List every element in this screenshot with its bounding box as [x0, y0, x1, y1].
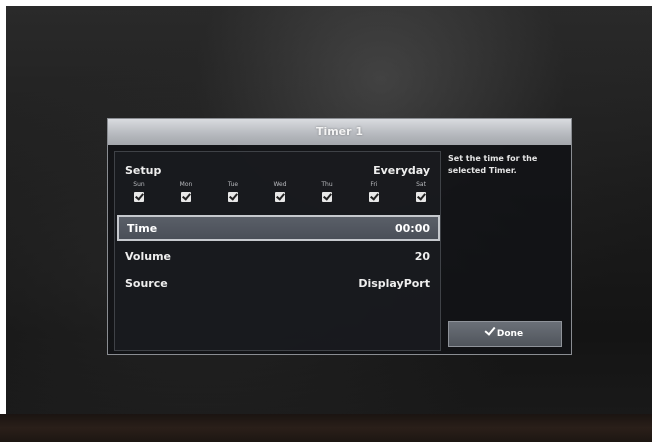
day-tue[interactable]: Tue — [221, 181, 245, 202]
day-name: Sat — [416, 181, 426, 188]
checkbox-checked-icon[interactable] — [275, 192, 285, 202]
time-row[interactable]: Time 00:00 — [117, 215, 440, 241]
checkbox-checked-icon[interactable] — [181, 192, 191, 202]
source-row[interactable]: Source DisplayPort — [115, 271, 440, 297]
settings-pane: Setup Everyday Sun Mon Tue Wed Thu Fri S… — [114, 151, 441, 351]
done-label: Done — [496, 329, 524, 339]
day-name: Fri — [370, 181, 378, 188]
checkbox-checked-icon[interactable] — [416, 192, 426, 202]
dialog-body: Setup Everyday Sun Mon Tue Wed Thu Fri S… — [108, 145, 571, 354]
day-wed[interactable]: Wed — [268, 181, 292, 202]
day-selector: Sun Mon Tue Wed Thu Fri Sat — [127, 181, 432, 209]
day-name: Tue — [227, 181, 239, 188]
checkbox-checked-icon[interactable] — [228, 192, 238, 202]
time-value: 00:00 — [394, 222, 430, 235]
timer-dialog: Timer 1 Setup Everyday Sun Mon Tue Wed T… — [107, 118, 572, 355]
volume-row[interactable]: Volume 20 — [115, 244, 440, 270]
day-fri[interactable]: Fri — [362, 181, 386, 202]
checkmark-icon — [484, 324, 496, 336]
setup-label: Setup — [125, 164, 162, 177]
checkbox-checked-icon[interactable] — [369, 192, 379, 202]
checkbox-checked-icon[interactable] — [322, 192, 332, 202]
done-button[interactable]: Done — [448, 321, 562, 347]
day-thu[interactable]: Thu — [315, 181, 339, 202]
photo-background: Timer 1 Setup Everyday Sun Mon Tue Wed T… — [0, 0, 652, 442]
volume-label: Volume — [125, 250, 171, 263]
day-name: Mon — [179, 181, 193, 188]
source-value: DisplayPort — [358, 277, 430, 290]
day-sun[interactable]: Sun — [127, 181, 151, 202]
tv-screen: Timer 1 Setup Everyday Sun Mon Tue Wed T… — [6, 6, 652, 414]
day-mon[interactable]: Mon — [174, 181, 198, 202]
day-name: Thu — [321, 181, 333, 188]
day-name: Sun — [133, 181, 145, 188]
source-label: Source — [125, 277, 168, 290]
dialog-title: Timer 1 — [108, 119, 571, 145]
setup-value: Everyday — [373, 164, 430, 177]
help-pane: Set the time for the selected Timer. Don… — [444, 145, 570, 354]
day-name: Wed — [273, 181, 287, 188]
volume-value: 20 — [414, 250, 430, 263]
time-label: Time — [127, 222, 158, 235]
checkbox-checked-icon[interactable] — [134, 192, 144, 202]
day-sat[interactable]: Sat — [409, 181, 433, 202]
help-text: Set the time for the selected Timer. — [448, 154, 538, 175]
tv-bezel-bottom — [0, 414, 652, 442]
